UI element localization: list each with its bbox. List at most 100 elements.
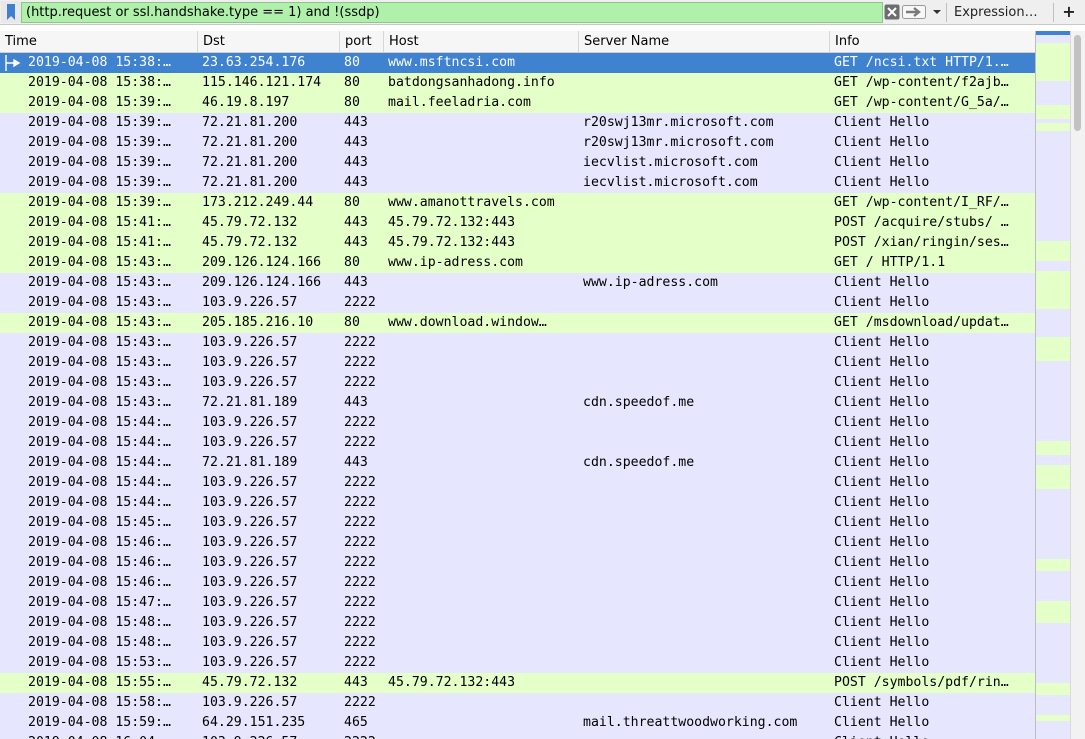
- packet-port: 2222: [344, 575, 376, 590]
- column-header-time[interactable]: Time: [0, 31, 198, 53]
- minimap-band: [1036, 455, 1071, 465]
- packet-row[interactable]: 2019-04-08 15:47:… 103.9.226.57 2222 Client…: [0, 593, 1035, 613]
- packet-row[interactable]: 2019-04-08 15:38:… 23.63.254.176 80 www.msf…: [0, 53, 1035, 73]
- packet-server-name: [583, 93, 829, 113]
- packet-row[interactable]: 2019-04-08 15:43:… 103.9.226.57 2222 Client…: [0, 333, 1035, 353]
- packet-info: Client Hello: [834, 335, 930, 350]
- packet-time: 2019-04-08 15:38:…: [28, 75, 171, 90]
- packet-row[interactable]: 2019-04-08 15:41:… 45.79.72.132 443 45.79.7…: [0, 233, 1035, 253]
- packet-row[interactable]: 2019-04-08 15:38:… 115.146.121.174 80 batdo…: [0, 73, 1035, 93]
- packet-row[interactable]: 2019-04-08 15:55:… 45.79.72.132 443 45.79.7…: [0, 673, 1035, 693]
- packet-row[interactable]: 2019-04-08 15:44:… 103.9.226.57 2222 Client…: [0, 413, 1035, 433]
- minimap-band: [1036, 119, 1071, 123]
- packet-row[interactable]: 2019-04-08 15:39:… 72.21.81.200 443 r20swj1…: [0, 133, 1035, 153]
- column-header-host[interactable]: Host: [384, 31, 579, 53]
- packet-server-name: [583, 593, 829, 613]
- packet-row[interactable]: 2019-04-08 15:39:… 46.19.8.197 80 mail.feel…: [0, 93, 1035, 113]
- packet-time: 2019-04-08 15:48:…: [28, 635, 171, 650]
- packet-host: [388, 613, 578, 633]
- packet-row[interactable]: 2019-04-08 15:43:… 72.21.81.189 443 cdn.spe…: [0, 393, 1035, 413]
- packet-host: [388, 433, 578, 453]
- packet-row[interactable]: 2019-04-08 15:44:… 103.9.226.57 2222 Client…: [0, 433, 1035, 453]
- packet-time: 2019-04-08 15:39:…: [28, 115, 171, 130]
- packet-port: 2222: [344, 595, 376, 610]
- packet-row[interactable]: 2019-04-08 15:53:… 103.9.226.57 2222 Client…: [0, 653, 1035, 673]
- packet-port: 2222: [344, 415, 376, 430]
- packet-row[interactable]: 2019-04-08 15:46:… 103.9.226.57 2222 Client…: [0, 533, 1035, 553]
- packet-row[interactable]: 2019-04-08 15:43:… 103.9.226.57 2222 Client…: [0, 353, 1035, 373]
- minimap-band: [1036, 623, 1071, 683]
- packet-row[interactable]: 2019-04-08 15:43:… 209.126.124.166 443 www.…: [0, 273, 1035, 293]
- packet-info: Client Hello: [834, 475, 930, 490]
- column-header-dst[interactable]: Dst: [198, 31, 340, 53]
- packet-row[interactable]: 2019-04-08 15:59:… 64.29.151.235 465 mail.t…: [0, 713, 1035, 733]
- packet-server-name: [583, 353, 829, 373]
- packet-dst: 45.79.72.132: [202, 235, 298, 250]
- packet-row[interactable]: 2019-04-08 15:41:… 45.79.72.132 443 45.79.7…: [0, 213, 1035, 233]
- packet-row[interactable]: 2019-04-08 15:43:… 103.9.226.57 2222 Client…: [0, 373, 1035, 393]
- packet-server-name: [583, 313, 829, 333]
- column-header-info[interactable]: Info: [830, 31, 1035, 53]
- packet-info: Client Hello: [834, 615, 930, 630]
- packet-server-name: [583, 673, 829, 693]
- packet-time: 2019-04-08 15:39:…: [28, 195, 171, 210]
- packet-row[interactable]: 2019-04-08 15:45:… 103.9.226.57 2222 Client…: [0, 513, 1035, 533]
- minimap-band: [1036, 35, 1071, 43]
- clear-filter-button[interactable]: [884, 4, 900, 20]
- column-header-port[interactable]: port: [340, 31, 384, 53]
- packet-port: 2222: [344, 733, 384, 739]
- packet-time: 2019-04-08 15:41:…: [28, 215, 171, 230]
- packet-server-name: iecvlist.microsoft.com: [583, 175, 758, 190]
- packet-row[interactable]: 2019-04-08 15:46:… 103.9.226.57 2222 Client…: [0, 553, 1035, 573]
- packet-port: 2222: [344, 495, 376, 510]
- packet-host: [388, 553, 578, 573]
- packet-info: GET /msdownload/updat…: [834, 315, 1009, 330]
- packet-row[interactable]: 2019-04-08 15:39:… 72.21.81.200 443 iecvlis…: [0, 153, 1035, 173]
- packet-info: Client Hello: [834, 395, 930, 410]
- chevron-down-icon: [933, 10, 941, 14]
- packet-time: 2019-04-08 15:44:…: [28, 455, 171, 470]
- packet-row[interactable]: 2019-04-08 15:44:… 72.21.81.189 443 cdn.spe…: [0, 453, 1035, 473]
- column-header-server-name[interactable]: Server Name: [579, 31, 830, 53]
- packet-row[interactable]: 2019-04-08 15:44:… 103.9.226.57 2222 Client…: [0, 493, 1035, 513]
- packet-info: POST /xian/ringin/ses…: [834, 235, 1009, 250]
- packet-row[interactable]: 2019-04-08 15:43:… 103.9.226.57 2222 Client…: [0, 293, 1035, 313]
- expression-button[interactable]: Expression…: [949, 3, 1043, 22]
- minimap-band: [1036, 361, 1071, 441]
- packet-row[interactable]: 2019-04-08 15:48:… 103.9.226.57 2222 Client…: [0, 613, 1035, 633]
- packet-row[interactable]: 2019-04-08 15:58:… 103.9.226.57 2222 Client…: [0, 693, 1035, 713]
- packet-row[interactable]: 2019-04-08 15:43:… 205.185.216.10 80 www.do…: [0, 313, 1035, 333]
- packet-host: [388, 153, 578, 173]
- packet-row[interactable]: 2019-04-08 16:04:… 103.9.226.57 2222 Client…: [0, 733, 1035, 739]
- display-filter-input[interactable]: [21, 2, 883, 23]
- add-filter-button[interactable]: +: [1058, 2, 1080, 23]
- packet-info: Client Hello: [834, 695, 930, 710]
- minimap-band: [1036, 309, 1071, 337]
- packet-minimap[interactable]: [1035, 31, 1071, 739]
- packet-port: 80: [344, 195, 360, 210]
- packet-server-name: [583, 493, 829, 513]
- packet-row[interactable]: 2019-04-08 15:39:… 72.21.81.200 443 r20swj1…: [0, 113, 1035, 133]
- packet-time: 2019-04-08 15:43:…: [28, 275, 171, 290]
- scrollbar-thumb[interactable]: [1074, 35, 1081, 131]
- packet-row[interactable]: 2019-04-08 15:39:… 72.21.81.200 443 iecvlis…: [0, 173, 1035, 193]
- packet-row[interactable]: 2019-04-08 15:48:… 103.9.226.57 2222 Client…: [0, 633, 1035, 653]
- packet-row[interactable]: 2019-04-08 15:46:… 103.9.226.57 2222 Client…: [0, 573, 1035, 593]
- packet-host: [388, 493, 578, 513]
- packet-server-name: mail.threattwoodworking.com: [583, 715, 798, 730]
- packet-server-name: [583, 213, 829, 233]
- packet-row[interactable]: 2019-04-08 15:43:… 209.126.124.166 80 www.i…: [0, 253, 1035, 273]
- packet-port: 2222: [344, 475, 376, 490]
- packet-host: [388, 473, 578, 493]
- packet-time: 2019-04-08 15:44:…: [28, 495, 171, 510]
- recent-filters-dropdown[interactable]: [930, 4, 944, 20]
- packet-list-scrollbar[interactable]: [1070, 31, 1085, 739]
- apply-filter-button[interactable]: [902, 4, 926, 20]
- packet-info: Client Hello: [834, 435, 930, 450]
- filter-bookmark-button[interactable]: [1, 1, 21, 23]
- packet-row[interactable]: 2019-04-08 15:44:… 103.9.226.57 2222 Client…: [0, 473, 1035, 493]
- packet-time: 2019-04-08 15:38:…: [28, 55, 171, 70]
- packet-server-name: [583, 253, 829, 273]
- packet-row[interactable]: 2019-04-08 15:39:… 173.212.249.44 80 www.am…: [0, 193, 1035, 213]
- toolbar-separator: [1053, 3, 1054, 22]
